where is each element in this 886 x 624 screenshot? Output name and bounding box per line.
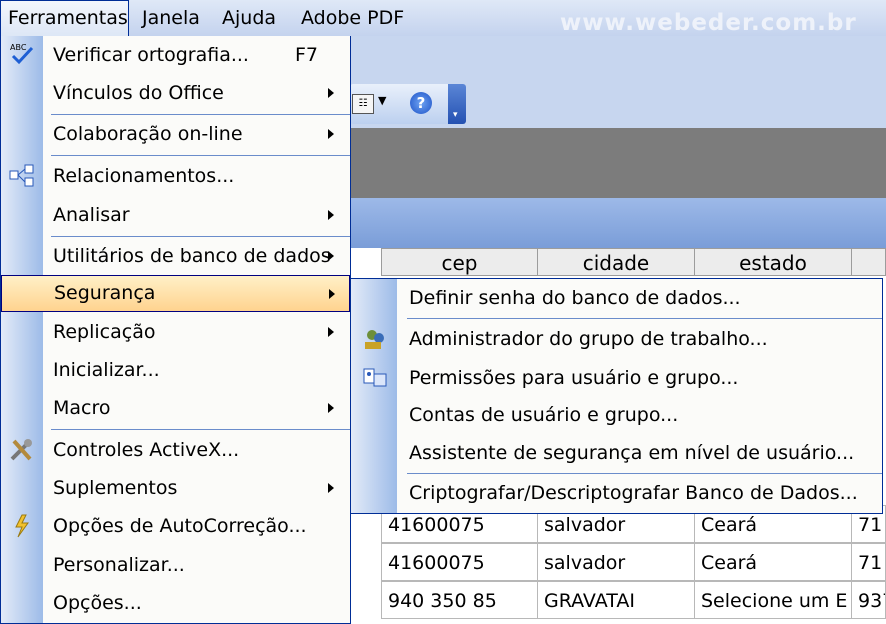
menu-item-opcoes[interactable]: Opções... <box>1 584 350 622</box>
column-header-estado[interactable]: estado <box>694 248 852 276</box>
window-background <box>350 128 886 198</box>
submenu-arrow-icon <box>328 210 334 220</box>
submenu-arrow-icon <box>328 88 334 98</box>
spellcheck-icon: ABC <box>8 40 36 66</box>
submenu-arrow-icon <box>328 403 334 413</box>
submenu-item-administrador-grupo[interactable]: Administrador do grupo de trabalho... <box>351 319 882 359</box>
watermark: www.webeder.com.br <box>560 10 857 36</box>
help-icon[interactable]: ? <box>410 92 432 114</box>
column-header-cep[interactable]: cep <box>381 248 538 276</box>
menu-item-relacionamentos[interactable]: Relacionamentos... <box>1 156 350 196</box>
menu-item-autocorrecao[interactable]: Opções de AutoCorreção... <box>1 507 350 546</box>
toolbar-options-button[interactable]: ▾ <box>448 84 466 124</box>
menu-item-controles-activex[interactable]: Controles ActiveX... <box>1 430 350 470</box>
submenu-item-criptografar[interactable]: Criptografar/Descriptografar Banco de Da… <box>351 474 882 512</box>
menu-janela[interactable]: Janela <box>135 0 207 36</box>
mail-merge-icon[interactable]: ☷ <box>352 94 374 114</box>
table-cell[interactable]: GRAVATAI <box>537 581 695 619</box>
table-cell[interactable]: 940 350 85 <box>381 581 538 619</box>
column-header-cidade[interactable]: cidade <box>537 248 695 276</box>
menu-item-suplementos[interactable]: Suplementos <box>1 470 350 507</box>
menu-item-utilitarios[interactable]: Utilitários de banco de dados <box>1 237 350 275</box>
table-cell[interactable]: Ceará <box>694 543 852 581</box>
submenu-item-assistente-seguranca[interactable]: Assistente de segurança em nível de usuá… <box>351 434 882 472</box>
menu-item-macro[interactable]: Macro <box>1 389 350 428</box>
submenu-arrow-icon <box>328 483 334 493</box>
menu-ferramentas[interactable]: Ferramentas <box>0 0 129 36</box>
relationships-icon <box>8 163 36 189</box>
workgroup-admin-icon <box>361 326 389 352</box>
autocorrect-icon <box>8 513 36 539</box>
table-cell[interactable]: 937 <box>851 581 886 619</box>
menu-item-colaboracao[interactable]: Colaboração on-line <box>1 115 350 154</box>
menu-item-inicializar[interactable]: Inicializar... <box>1 351 350 389</box>
menu-ajuda[interactable]: Ajuda <box>215 0 283 36</box>
submenu-arrow-icon <box>329 289 335 299</box>
form-header <box>350 198 886 248</box>
table-cell[interactable]: Selecione um E <box>694 581 852 619</box>
svg-text:ABC: ABC <box>10 43 27 52</box>
submenu-item-contas[interactable]: Contas de usuário e grupo... <box>351 397 882 434</box>
table-cell[interactable]: 71 <box>851 543 886 581</box>
dropdown-arrow-icon[interactable]: ▼ <box>378 94 386 107</box>
table-cell[interactable]: 41600075 <box>381 543 538 581</box>
submenu-item-permissoes[interactable]: Permissões para usuário e grupo... <box>351 359 882 397</box>
menu-item-analisar[interactable]: Analisar <box>1 196 350 235</box>
menu-item-vinculos-office[interactable]: Vínculos do Office <box>1 74 350 113</box>
table-cell[interactable]: salvador <box>537 543 695 581</box>
menu-bar: Ferramentas Janela Ajuda Adobe PDF www.w… <box>0 0 886 36</box>
submenu-item-definir-senha[interactable]: Definir senha do banco de dados... <box>351 279 882 317</box>
security-submenu: Definir senha do banco de dados... Admin… <box>350 278 883 514</box>
submenu-arrow-icon <box>328 129 334 139</box>
tools-menu: ABC Verificar ortografia... F7 Vínculos … <box>0 36 351 624</box>
menu-adobe-pdf[interactable]: Adobe PDF <box>294 0 411 36</box>
menu-item-replicacao[interactable]: Replicação <box>1 313 350 351</box>
menu-item-verificar-ortografia[interactable]: ABC Verificar ortografia... F7 <box>1 36 350 74</box>
submenu-arrow-icon <box>328 327 334 337</box>
activex-tools-icon <box>8 437 36 463</box>
submenu-arrow-icon <box>328 251 334 261</box>
column-header-extra[interactable] <box>851 248 886 276</box>
permissions-icon <box>361 365 389 391</box>
menu-item-personalizar[interactable]: Personalizar... <box>1 546 350 584</box>
menu-item-seguranca[interactable]: Segurança <box>1 275 350 312</box>
